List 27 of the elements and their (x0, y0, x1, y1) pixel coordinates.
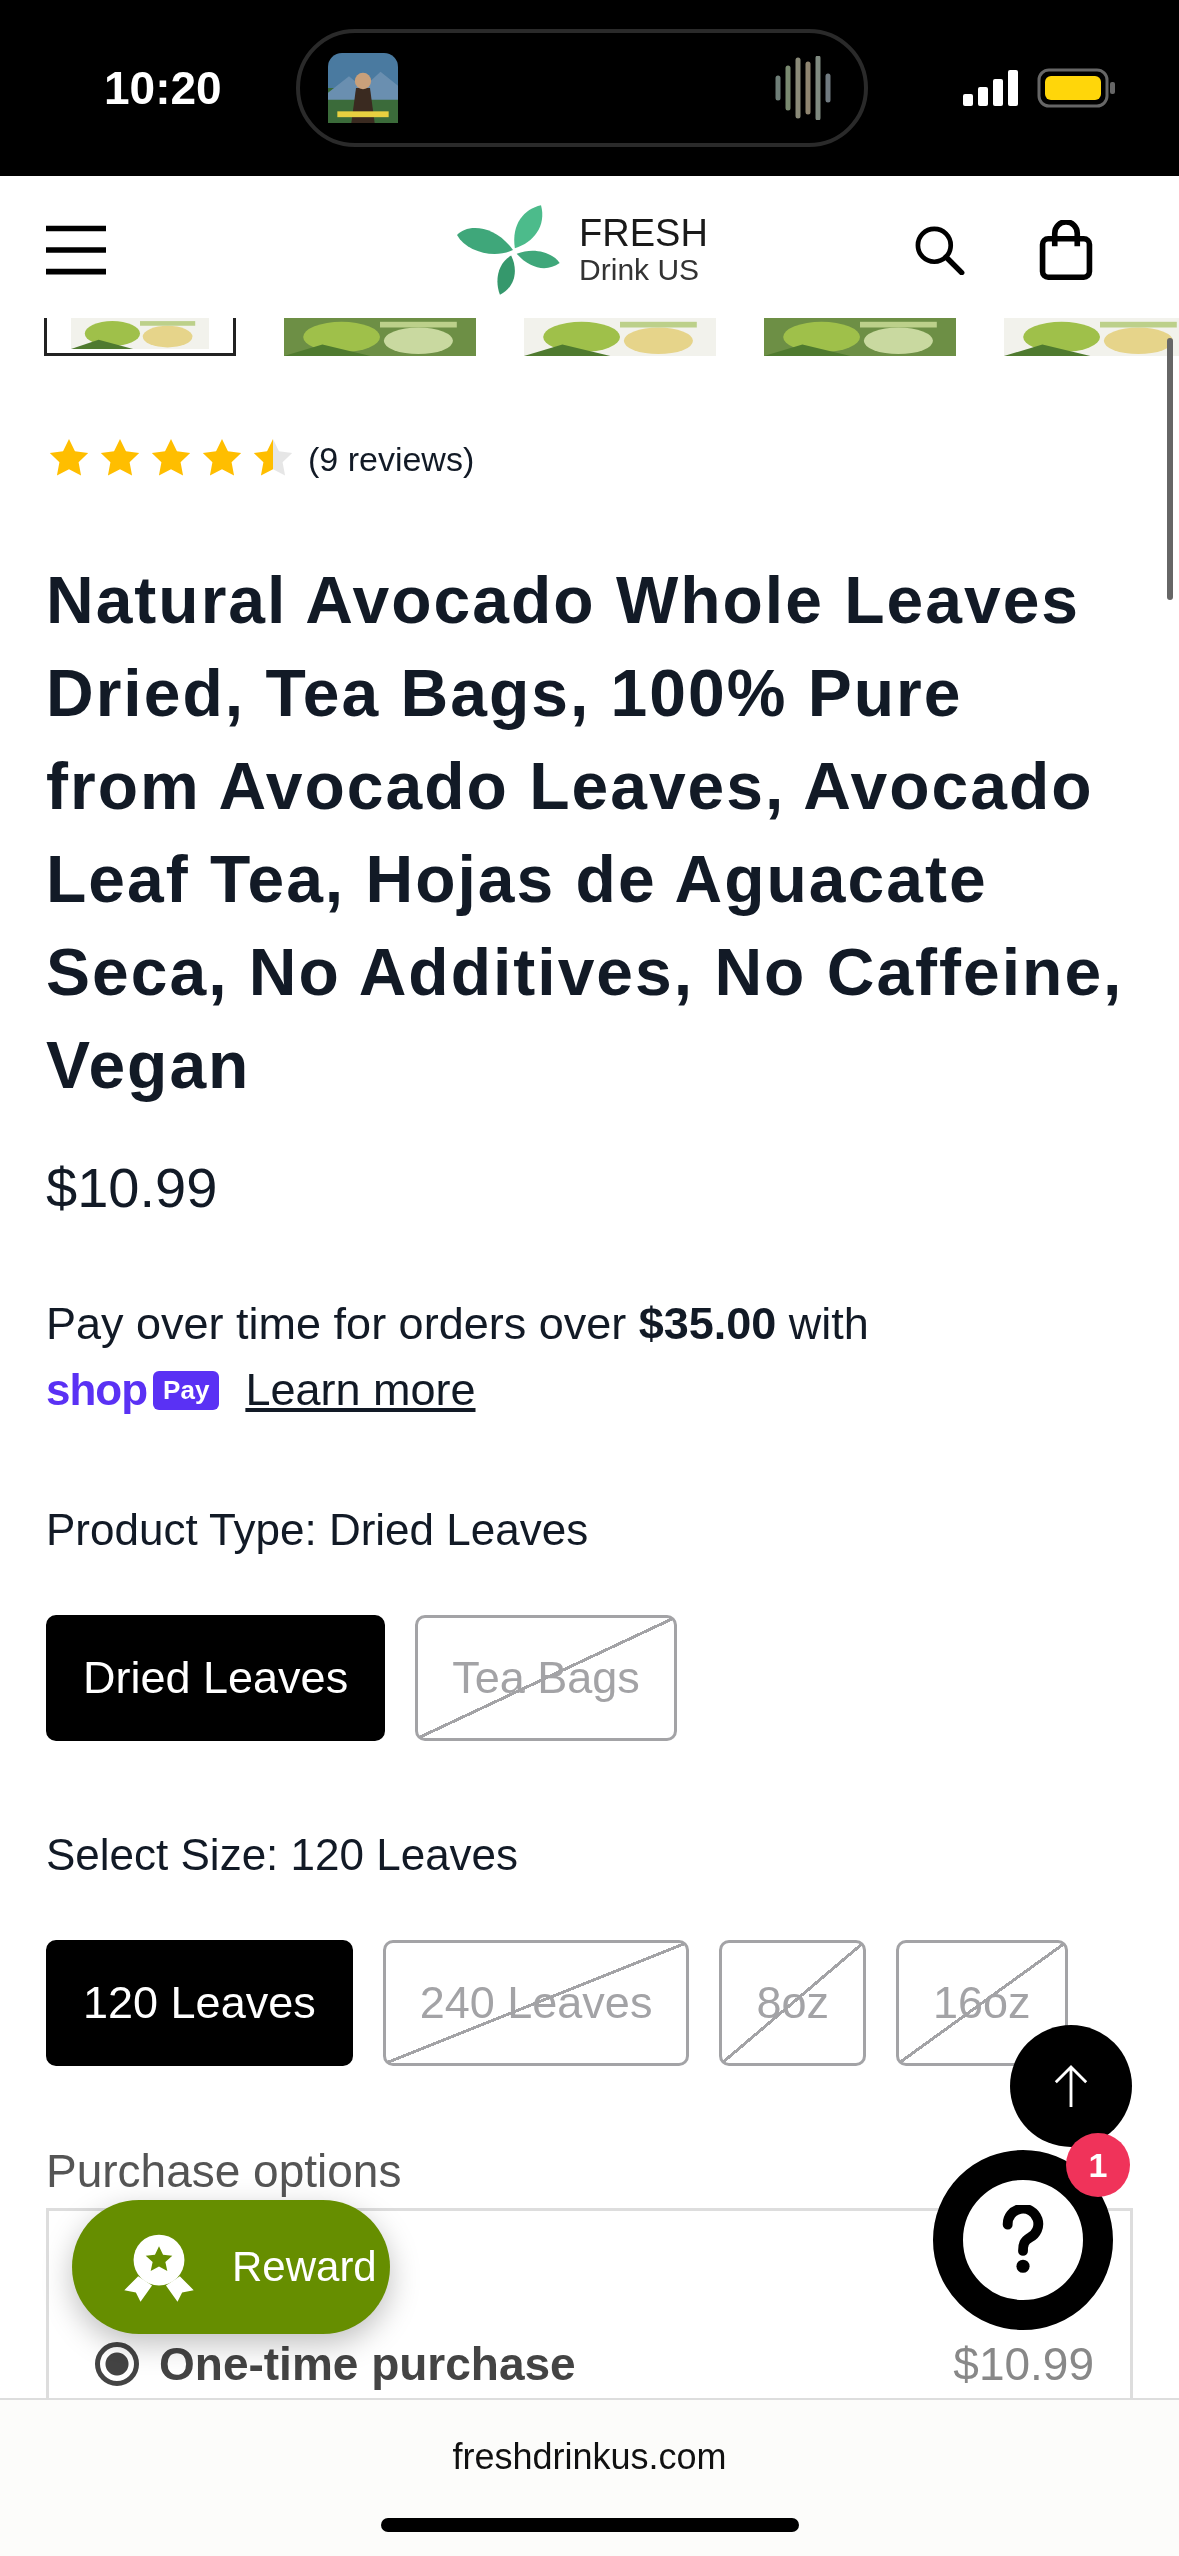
url-text[interactable]: freshdrinkus.com (452, 2436, 727, 2478)
product-price: $10.99 (46, 1155, 219, 1220)
award-ribbon-icon (122, 2232, 196, 2302)
learn-more-link[interactable]: Learn more (245, 1364, 476, 1416)
purchase-options-heading: Purchase options (46, 2144, 402, 2198)
shop-pay-logo: shop Pay (46, 1365, 220, 1415)
logo-subtitle: Drink US (579, 254, 701, 286)
menu-icon[interactable] (46, 225, 106, 275)
product-title: Natural Avocado Whole Leaves Dried, Tea Bags, 100% Pure from Avocado Leaves, Avocado Leaf Tea, Hojas de Aguacate Seca, No Additives, No Caffeine, Vegan (46, 562, 1125, 1104)
question-mark-icon (1001, 2205, 1045, 2275)
purchase-option-price: $10.99 (953, 2337, 1094, 2391)
battery-icon (1037, 68, 1117, 108)
installment-text: Pay over time for orders over $35.00 with (46, 1297, 870, 1351)
arrow-up-icon (1052, 2063, 1090, 2109)
notification-badge: 1 (1066, 2133, 1130, 2197)
shopping-bag-icon[interactable] (1039, 220, 1093, 280)
review-count[interactable]: (9 reviews) (308, 439, 475, 479)
reward-button[interactable]: Reward (72, 2200, 390, 2334)
option-label: Product Type: Dried Leaves (46, 1505, 590, 1555)
status-time: 10:20 (104, 61, 223, 115)
logo-text: FRESH (579, 214, 708, 255)
purchase-option-label[interactable]: One-time purchase (159, 2337, 576, 2391)
radio-button[interactable] (95, 2342, 139, 2386)
variant-option[interactable]: Dried Leaves (46, 1615, 386, 1741)
option-label: Select Size: 120 Leaves (46, 1830, 520, 1880)
signal-icon (963, 70, 1019, 106)
variant-option[interactable]: 120 Leaves (46, 1940, 353, 2066)
